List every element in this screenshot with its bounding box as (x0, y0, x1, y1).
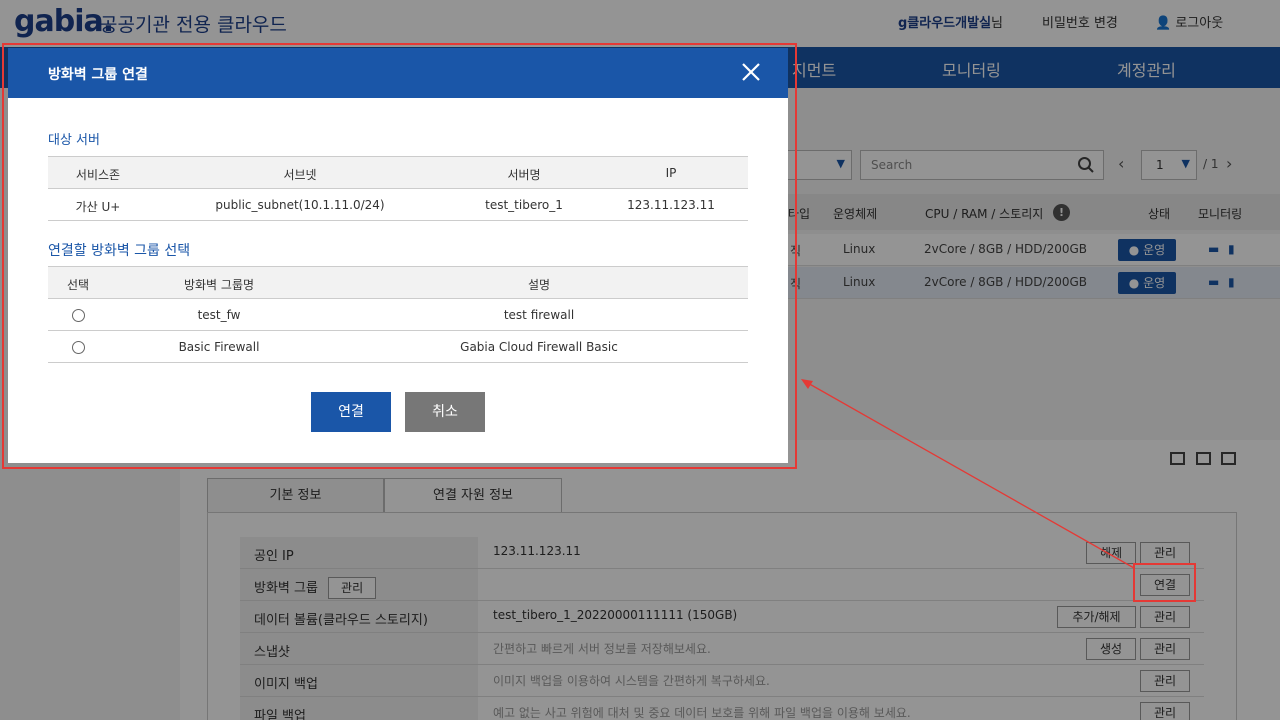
annotation-button-highlight (1133, 563, 1196, 602)
annotation-modal-highlight (2, 43, 797, 469)
